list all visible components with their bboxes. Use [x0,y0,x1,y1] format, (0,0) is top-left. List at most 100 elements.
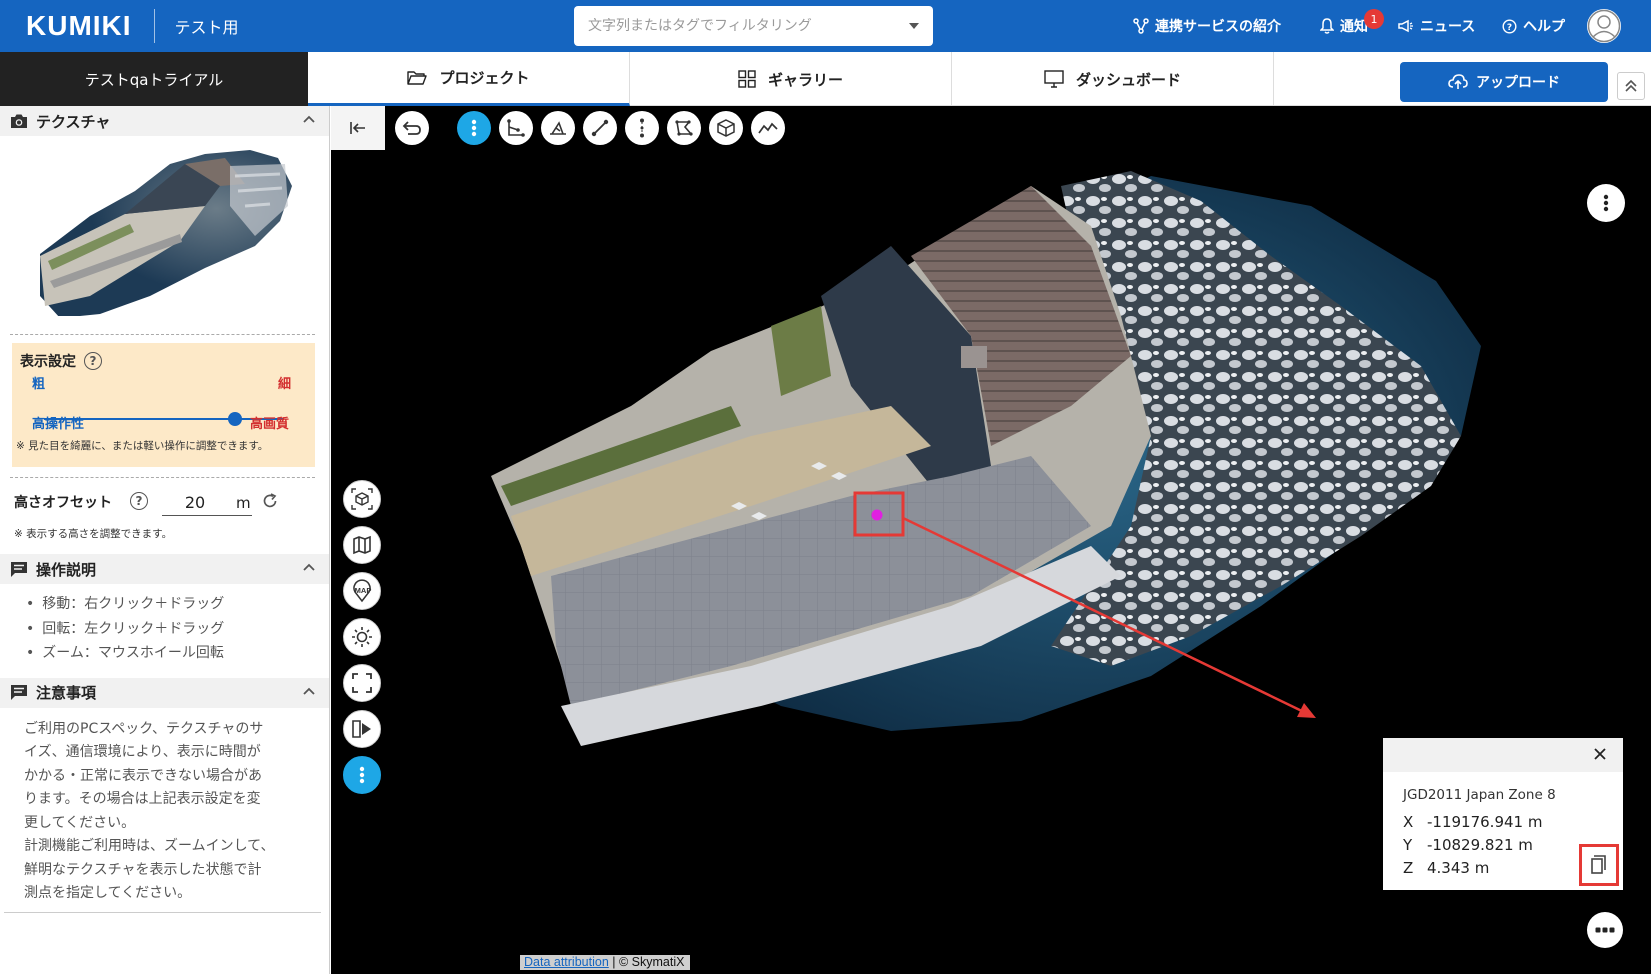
slope-tool-button[interactable] [541,111,575,145]
volume-tool-button[interactable] [709,111,743,145]
distance-tool-button[interactable] [583,111,617,145]
folder-icon [407,70,428,85]
caution-line: ご利用のPCスペック、テクスチャのサ [24,720,264,737]
data-attribution-link[interactable]: Data attribution [524,955,609,969]
caution-section-header[interactable]: 注意事項 [0,677,329,708]
integrations-label: 連携サービスの紹介 [1155,19,1281,35]
height-offset-note: ※ 表示する高さを調整できます。 [14,528,173,540]
coord-x-row: X -119176.941 m [1403,811,1623,834]
reset-icon[interactable] [262,493,278,509]
instructions-list: 移動：右クリック＋ドラッグ 回転：左クリック＋ドラッグ ズーム：マウスホイール回… [0,584,329,674]
chevron-up-double-icon [1625,79,1637,92]
chevron-down-icon[interactable] [909,23,919,29]
fullscreen-button[interactable] [343,664,381,702]
upload-button[interactable]: アップロード [1400,62,1608,102]
clip-icon [352,720,371,738]
chevron-up-icon[interactable] [303,115,315,123]
search-filter[interactable] [574,6,933,46]
section-view-button[interactable] [343,710,381,748]
coordinate-popup: JGD2011 Japan Zone 8 X -119176.941 m Y -10… [1383,738,1623,890]
fine-label: 細 [278,377,292,392]
caution-line: 測点を指定してください。 [24,885,192,901]
notification-badge: 1 [1364,9,1384,29]
high-quality-label: 高画質 [250,417,290,432]
app-logo[interactable]: KUMIKI [26,10,132,42]
collapse-left-icon [350,122,365,134]
collapse-sidebar-button[interactable] [331,106,385,150]
attribution-text: | © SkymatiX [612,955,685,969]
attribution-bar: Data attribution | © SkymatiX [520,955,691,970]
lighting-button[interactable] [343,618,381,656]
point-tool-button[interactable] [457,111,491,145]
texture-thumbnail [40,150,292,318]
search-input[interactable] [588,18,909,34]
workspace-name: テスト用 [174,18,239,37]
bell-icon [1320,18,1334,34]
chat-icon [11,561,27,577]
top-header: KUMIKI テスト用 連携サービスの紹介 通知 1 ニュース ? [0,0,1651,52]
quality-slider-thumb[interactable] [228,412,242,426]
upload-label: アップロード [1476,75,1560,91]
more-tools-button[interactable] [343,756,381,794]
vertical-measure-icon [640,118,644,138]
basemap-toggle-button[interactable]: MAP [343,572,381,610]
user-icon [1587,9,1621,43]
3d-box-icon [351,488,373,510]
line-measure-icon [591,119,609,137]
coord-x-value: -119176.941 m [1427,813,1543,831]
texture-section-header[interactable]: テクスチャ [0,106,329,136]
instructions-title: 操作説明 [36,560,97,579]
trial-tab[interactable]: テストqaトライアル [0,52,308,106]
3d-view-button[interactable] [343,480,381,518]
tab-projects[interactable]: プロジェクト [308,52,630,106]
notifications-link[interactable]: 通知 1 [1320,0,1384,52]
height-tool-button[interactable] [625,111,659,145]
coarse-label: 粗 [32,377,46,392]
user-avatar[interactable] [1587,9,1621,43]
sidebar: テクスチャ 表示設定 ? 粗 細 高操作性 高画質 ※ 見た目を綺麗に、または軽… [0,106,330,974]
tab-dashboard[interactable]: ダッシュボード [952,52,1274,106]
divider [10,334,315,335]
news-link[interactable]: ニュース [1398,0,1475,52]
area-tool-button[interactable] [667,111,701,145]
angle-tool-button[interactable] [499,111,533,145]
display-settings-note: ※ 見た目を綺麗に、または軽い操作に調整できます。 [16,440,269,452]
vertical-dots-icon [1603,194,1609,212]
help-link[interactable]: ? ヘルプ [1502,0,1565,52]
help-icon[interactable]: ? [84,352,102,370]
display-settings-label: 表示設定 [20,354,76,370]
profile-tool-button[interactable] [751,111,785,145]
caution-line: 鮮明なテクスチャを表示した状態で計 [24,861,262,878]
viewer-menu-button[interactable] [1587,184,1625,222]
coordinate-popup-header [1383,738,1623,772]
instructions-section-header[interactable]: 操作説明 [0,554,329,584]
angle-icon [507,119,525,137]
help-label: ヘルプ [1523,19,1565,35]
close-icon[interactable] [1593,747,1607,761]
caution-line: かかる・正常に表示できない場合があ [24,767,262,784]
help-icon[interactable]: ? [130,492,148,510]
integrations-link[interactable]: 連携サービスの紹介 [1133,0,1281,52]
slope-icon [550,121,566,135]
news-label: ニュース [1420,19,1476,35]
share-icon [1133,18,1149,34]
coord-z-value: 4.343 m [1427,859,1490,877]
undo-icon [402,121,421,135]
scroll-top-button[interactable] [1617,72,1645,100]
3d-viewer[interactable]: MAP JGD2011 Japan Zone 8 X -119176.941 m… [331,106,1651,974]
copy-coordinates-button[interactable] [1579,844,1619,886]
chevron-up-icon[interactable] [303,563,315,571]
chevron-up-icon[interactable] [303,687,315,695]
list-item: 回転：左クリック＋ドラッグ [26,617,329,642]
polygon-icon [675,120,693,136]
list-item: 移動：右クリック＋ドラッグ [26,592,329,617]
bottom-menu-button[interactable] [1587,912,1623,948]
tab-gallery[interactable]: ギャラリー [630,52,952,106]
caution-line: 計測機能ご利用時は、ズームインして、 [24,838,275,854]
chat-icon [11,685,27,700]
high-operability-label: 高操作性 [32,417,85,432]
copy-icon [1591,855,1606,874]
divider [4,911,321,913]
map-view-button[interactable] [343,526,381,564]
undo-button[interactable] [395,111,429,145]
